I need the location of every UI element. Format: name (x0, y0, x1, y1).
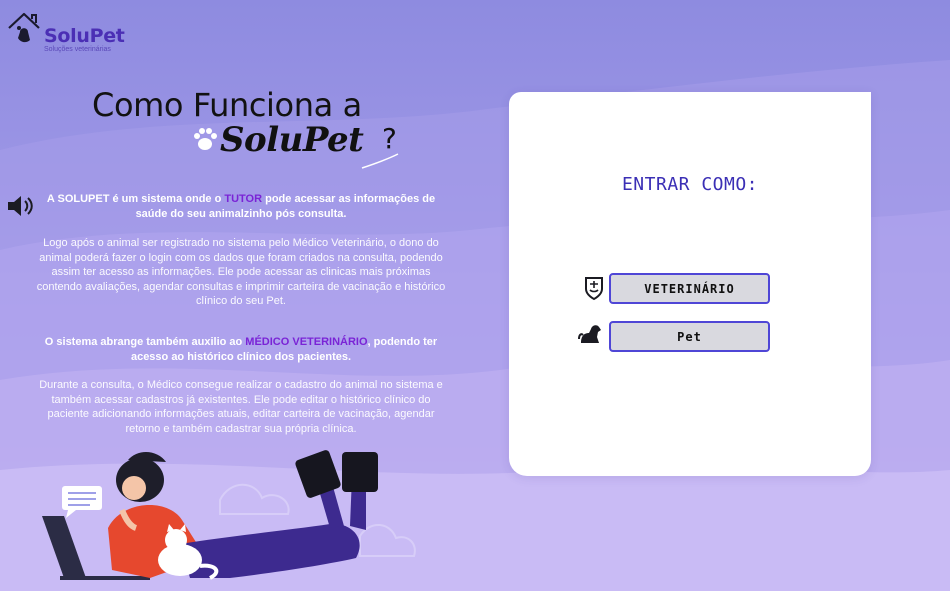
woman-laptop-illustration (42, 450, 416, 580)
tutor-paragraph: Logo após o animal ser registrado no sis… (36, 237, 446, 307)
dog-icon (578, 325, 601, 343)
swoosh-decoration (361, 153, 399, 169)
audio-button[interactable] (6, 192, 36, 220)
tutor-highlight: TUTOR (224, 193, 263, 205)
vet-paragraph: Durante a consulta, o Médico consegue re… (39, 379, 443, 435)
login-card: ENTRAR COMO: VETERINÁRIO Pet (509, 92, 871, 476)
brand-heading: SoluPet ? (190, 118, 410, 169)
vet-highlight: MÉDICO VETERINÁRIO (245, 336, 368, 348)
paw-icon (194, 128, 217, 150)
vet-intro-paragraph: O sistema abrange também auxilio ao MÉDI… (44, 336, 438, 363)
house-paw-logo-icon (8, 12, 40, 43)
solupet-logo[interactable]: SoluPet Soluções veterinárias (6, 10, 146, 56)
laptop-icon (42, 516, 86, 578)
vet-badge-icon (585, 277, 603, 301)
intro-paragraph: A SOLUPET é um sistema onde o TUTOR pode… (46, 193, 436, 220)
login-title: ENTRAR COMO: (621, 174, 759, 195)
speaker-icon (8, 196, 33, 216)
question-mark: ? (382, 122, 397, 155)
logo-tagline: Soluções veterinárias (44, 46, 111, 53)
logo-name: SoluPet (44, 25, 125, 47)
brand-name: SoluPet (220, 120, 364, 160)
pet-button[interactable]: Pet (609, 321, 770, 352)
veterinario-button[interactable]: VETERINÁRIO (609, 273, 770, 304)
